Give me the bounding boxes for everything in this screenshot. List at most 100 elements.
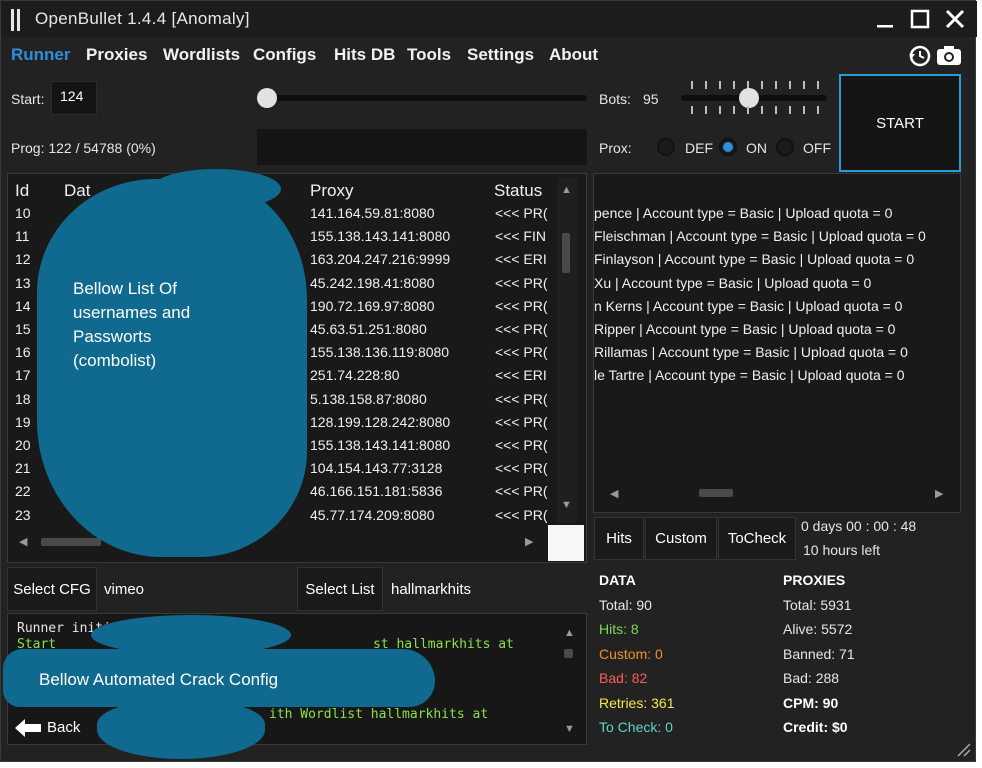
row-status: <<< ERI [495, 367, 547, 384]
hit-line[interactable]: pence | Account type = Basic | Upload qu… [594, 205, 892, 221]
row-proxy: 128.199.128.242:8080 [310, 413, 451, 430]
resize-grip-icon[interactable] [955, 741, 971, 762]
scroll-left-icon[interactable]: ◀ [19, 535, 27, 548]
menu-configs[interactable]: Configs [253, 45, 316, 65]
row-proxy: 251.74.228:80 [310, 367, 400, 384]
start-button[interactable]: START [839, 74, 961, 172]
proxies-credit: Credit: $0 [783, 719, 848, 735]
annotation-blob-bottom-tail [97, 701, 265, 759]
data-custom: Custom: 0 [599, 646, 663, 662]
start-input[interactable]: 124 [51, 81, 97, 115]
console-scroll-thumb[interactable] [564, 649, 573, 658]
row-status: <<< ERI [495, 251, 547, 268]
time-left: 10 hours left [803, 542, 881, 558]
row-id: 23 [15, 506, 31, 523]
prox-def-label: DEF [685, 140, 713, 156]
col-proxy[interactable]: Proxy [310, 181, 353, 201]
annotation-line: Passworts [73, 327, 152, 346]
console-scroll-down-icon[interactable]: ▼ [564, 723, 575, 735]
menu-about[interactable]: About [549, 45, 598, 65]
list-name: hallmarkhits [391, 581, 472, 598]
hits-hscroll-thumb[interactable] [699, 489, 733, 497]
prox-def-radio[interactable] [657, 138, 675, 156]
bots-slider-ticks-top [687, 81, 827, 89]
menu-proxies[interactable]: Proxies [86, 45, 147, 65]
select-cfg-button[interactable]: Select CFG [7, 567, 97, 611]
data-hits: Hits: 8 [599, 621, 639, 637]
console-scroll-up-icon[interactable]: ▲ [564, 627, 575, 639]
row-proxy: 45.242.198.41:8080 [310, 274, 435, 291]
table-scrollbar[interactable] [557, 177, 577, 523]
scroll-corner [548, 525, 584, 561]
table-hscroll-thumb[interactable] [41, 538, 101, 546]
data-bad: Bad: 82 [599, 670, 648, 686]
hit-line[interactable]: Rillamas | Account type = Basic | Upload… [594, 344, 908, 360]
select-list-button[interactable]: Select List [297, 567, 383, 611]
maximize-icon[interactable] [908, 7, 932, 31]
row-status: <<< PR( [495, 460, 548, 477]
prox-off-radio[interactable] [776, 138, 794, 156]
row-proxy: 45.63.51.251:8080 [310, 321, 427, 337]
camera-icon[interactable] [935, 43, 963, 72]
bots-slider-ticks-bottom [687, 106, 827, 114]
hit-line[interactable]: Fleischman | Account type = Basic | Uplo… [594, 228, 926, 244]
row-proxy: 155.138.143.141:8080 [310, 437, 451, 453]
col-data[interactable]: Dat [64, 181, 90, 201]
annotation-blob-bottom-top [91, 615, 291, 655]
row-status: <<< PR( [495, 297, 548, 314]
row-id: 18 [15, 390, 31, 407]
tab-hits[interactable]: Hits [594, 517, 644, 560]
tab-custom[interactable]: Custom [645, 517, 717, 560]
annotation-line: usernames and [73, 303, 191, 322]
row-id: 14 [15, 297, 31, 314]
menu-runner[interactable]: Runner [11, 45, 71, 65]
annotation-line: Bellow List Of [73, 279, 177, 298]
row-status: <<< PR( [495, 344, 548, 361]
hits-scroll-right-icon[interactable]: ▶ [935, 487, 943, 500]
row-proxy: 155.138.136.119:8080 [310, 344, 450, 361]
menu-settings[interactable]: Settings [467, 45, 534, 65]
hit-line[interactable]: Finlayson | Account type = Basic | Uploa… [594, 251, 914, 267]
hit-line[interactable]: n Kerns | Account type = Basic | Upload … [594, 298, 902, 314]
hit-line[interactable]: Ripper | Account type = Basic | Upload q… [594, 321, 895, 337]
prox-on-radio[interactable] [719, 138, 737, 156]
proxies-total: Total: 5931 [783, 597, 852, 613]
tab-tocheck[interactable]: ToCheck [718, 517, 796, 560]
hit-line[interactable]: le Tartre | Account type = Basic | Uploa… [594, 367, 905, 383]
title-bar: OpenBullet 1.4.4 [Anomaly] [1, 1, 977, 37]
back-button[interactable]: Back [13, 715, 97, 741]
prox-on-label: ON [746, 140, 767, 156]
data-title: DATA [599, 572, 636, 588]
bots-value: 95 [643, 91, 659, 107]
col-status[interactable]: Status [494, 181, 542, 201]
proxies-title: PROXIES [783, 572, 846, 588]
row-id: 13 [15, 274, 31, 291]
history-icon[interactable] [907, 43, 933, 74]
row-id: 17 [15, 367, 31, 384]
scroll-down-icon[interactable]: ▼ [561, 499, 572, 511]
col-id[interactable]: Id [15, 181, 29, 201]
proxies-bad: Bad: 288 [783, 670, 840, 686]
row-id: 21 [15, 460, 31, 477]
proxies-alive: Alive: 5572 [783, 621, 853, 637]
row-status: <<< FIN [495, 228, 546, 245]
bots-slider-thumb[interactable] [739, 88, 759, 108]
row-status: <<< PR( [495, 205, 548, 221]
scroll-up-icon[interactable]: ▲ [561, 184, 572, 196]
table-scroll-thumb[interactable] [562, 233, 570, 273]
close-icon[interactable] [943, 7, 967, 31]
start-slider[interactable] [259, 95, 587, 101]
prox-label: Prox: [599, 140, 632, 156]
row-proxy: 155.138.143.141:8080 [310, 228, 451, 245]
annotation-line: (combolist) [73, 351, 157, 370]
app-window: OpenBullet 1.4.4 [Anomaly] Runner Proxie… [0, 0, 977, 762]
scroll-right-icon[interactable]: ▶ [525, 535, 533, 548]
menu-wordlists[interactable]: Wordlists [163, 45, 240, 65]
cfg-name: vimeo [104, 581, 145, 598]
start-slider-thumb[interactable] [257, 88, 277, 108]
hit-line[interactable]: Xu | Account type = Basic | Upload quota… [594, 275, 871, 291]
menu-hits-db[interactable]: Hits DB [334, 45, 395, 65]
menu-tools[interactable]: Tools [407, 45, 451, 65]
minimize-icon[interactable] [873, 7, 897, 31]
hits-scroll-left-icon[interactable]: ◀ [610, 487, 618, 500]
